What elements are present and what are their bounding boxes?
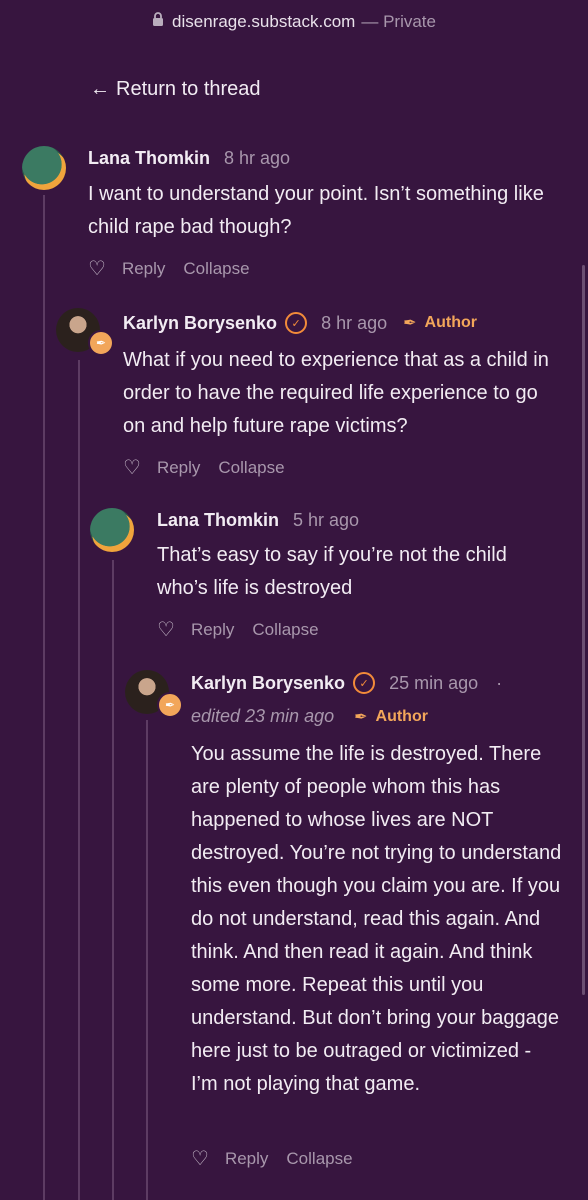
like-heart-icon[interactable]: ♡ [123, 455, 141, 480]
comment-time[interactable]: 8 hr ago [224, 148, 290, 169]
collapse-button[interactable]: Collapse [252, 620, 318, 640]
meta-separator: · [496, 672, 503, 693]
comment-time[interactable]: 5 hr ago [293, 510, 359, 531]
thread-line [146, 720, 148, 1200]
comment-body: That’s easy to say if you’re not the chi… [157, 544, 507, 599]
back-arrow-icon: ← [90, 78, 110, 100]
reply-button[interactable]: Reply [122, 259, 165, 279]
collapse-button[interactable]: Collapse [218, 458, 284, 478]
author-tag: ✒ Author [354, 707, 428, 727]
thread-line [78, 360, 80, 1200]
author-tag: ✒ Author [403, 313, 477, 333]
collapse-button[interactable]: Collapse [286, 1149, 352, 1169]
lock-icon [152, 12, 164, 32]
thread-line [43, 195, 45, 1200]
verified-check-icon: ✓ [353, 672, 376, 694]
fountain-pen-icon: ✒ [403, 315, 417, 332]
like-heart-icon[interactable]: ♡ [88, 256, 106, 281]
comment-author[interactable]: Lana Thomkin [157, 510, 279, 531]
author-pen-badge-icon: ✒ [88, 330, 114, 356]
comment-body: What if you need to experience that as a… [123, 349, 549, 437]
reply-button[interactable]: Reply [225, 1149, 268, 1169]
private-label: — Private [361, 12, 436, 31]
comment-body: I want to understand your point. Isn’t s… [88, 183, 544, 238]
reply-button[interactable]: Reply [191, 620, 234, 640]
like-heart-icon[interactable]: ♡ [191, 1146, 209, 1171]
comment-body: You assume the life is destroyed. There … [191, 743, 562, 1095]
collapse-button[interactable]: Collapse [183, 259, 249, 279]
fountain-pen-icon: ✒ [354, 708, 368, 726]
like-heart-icon[interactable]: ♡ [157, 617, 175, 642]
reply-button[interactable]: Reply [157, 458, 200, 478]
comment-author[interactable]: Karlyn Borysenko [191, 673, 345, 694]
browser-url-bar[interactable]: disenrage.substack.com — Private [0, 0, 588, 44]
comment-author[interactable]: Karlyn Borysenko [123, 313, 277, 334]
comment-author[interactable]: Lana Thomkin [88, 148, 210, 169]
author-tag-label: Author [375, 707, 428, 725]
author-tag-label: Author [424, 314, 477, 331]
return-label: Return to thread [116, 78, 261, 100]
author-pen-badge-icon: ✒ [157, 692, 183, 718]
comment-time[interactable]: 25 min ago [389, 673, 478, 694]
comment-time[interactable]: 8 hr ago [321, 313, 387, 334]
scrollbar[interactable] [582, 265, 585, 995]
return-to-thread-link[interactable]: ← Return to thread [90, 78, 261, 101]
edited-time: edited 23 min ago [191, 706, 335, 726]
avatar[interactable] [90, 508, 134, 552]
avatar[interactable] [22, 146, 66, 190]
thread-line [112, 560, 114, 1200]
url-domain: disenrage.substack.com [172, 12, 356, 31]
verified-check-icon: ✓ [285, 312, 308, 334]
